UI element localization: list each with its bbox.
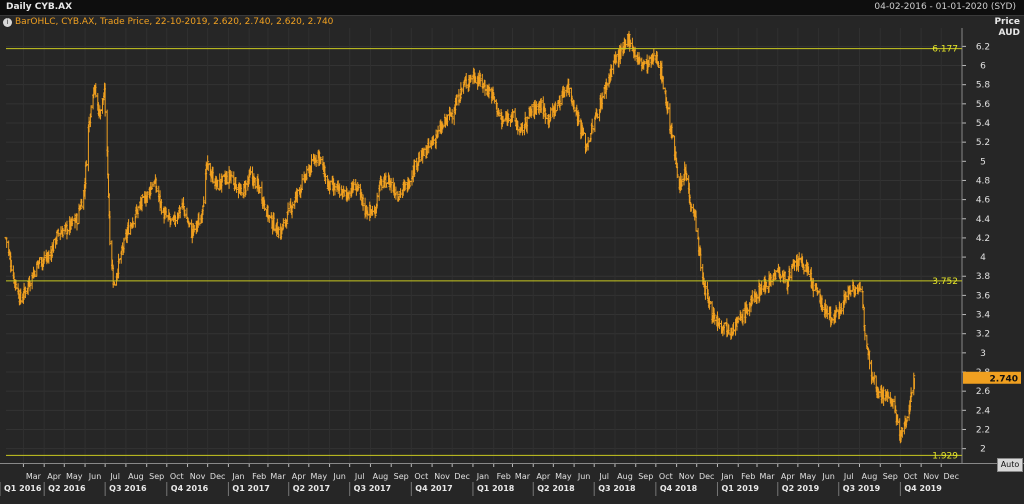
- x-month-label: Jul: [109, 472, 120, 481]
- y-tick-label: 4.8: [976, 176, 991, 186]
- y-tick-label: 4.4: [976, 215, 991, 225]
- x-month-label: Nov: [679, 472, 695, 481]
- y-tick-label: 5.2: [976, 138, 990, 148]
- x-quarter-label: Q1 2017: [232, 484, 269, 493]
- x-quarter-label: Q2 2017: [293, 484, 330, 493]
- x-month-label: Dec: [454, 472, 469, 481]
- y-tick-label: 4.2: [976, 234, 990, 244]
- y-tick-label: 2.6: [976, 387, 991, 397]
- x-month-label: Jul: [843, 472, 854, 481]
- x-month-label: Jul: [354, 472, 365, 481]
- x-month-label: Feb: [741, 472, 755, 481]
- x-month-label: Jun: [332, 472, 346, 481]
- x-quarter-label: Q1 2016: [4, 484, 42, 493]
- x-quarter-label: Q2 2018: [537, 484, 575, 493]
- y-tick-label: 3.8: [976, 272, 991, 282]
- x-month-label: Oct: [170, 472, 184, 481]
- x-month-label: Mar: [270, 472, 286, 481]
- y-tick-label: 2.2: [976, 425, 990, 435]
- x-month-label: Sep: [883, 472, 898, 481]
- y-tick-label: 3.2: [976, 330, 990, 340]
- x-month-label: Aug: [373, 472, 389, 481]
- x-quarter-label: Q3 2017: [354, 484, 391, 493]
- level-label: 6.177: [932, 45, 958, 55]
- x-month-label: Mar: [515, 472, 531, 481]
- x-month-label: Sep: [638, 472, 653, 481]
- x-quarter-label: Q2 2019: [782, 484, 820, 493]
- x-quarter-label: Q2 2016: [48, 484, 86, 493]
- y-tick-label: 2: [980, 445, 986, 455]
- x-month-label: Jul: [598, 472, 609, 481]
- x-quarter-label: Q3 2018: [598, 484, 636, 493]
- x-month-label: Apr: [292, 472, 307, 481]
- y-tick-label: 3.4: [976, 311, 991, 321]
- y-tick-label: 2.4: [976, 406, 991, 416]
- x-month-label: Apr: [536, 472, 551, 481]
- y-tick-label: 5.6: [976, 100, 991, 110]
- y-tick-label: 5.4: [976, 119, 991, 129]
- x-month-label: Dec: [210, 472, 225, 481]
- x-month-label: Nov: [923, 472, 939, 481]
- x-month-label: Nov: [190, 472, 206, 481]
- x-quarter-label: Q4 2016: [171, 484, 209, 493]
- x-month-label: Aug: [617, 472, 633, 481]
- x-month-label: Jan: [720, 472, 733, 481]
- level-label: 3.752: [932, 277, 958, 287]
- auto-scale-button[interactable]: Auto: [997, 458, 1023, 472]
- x-month-label: Jan: [476, 472, 489, 481]
- y-tick-label: 4: [980, 253, 986, 263]
- last-price-label: 2.740: [990, 374, 1018, 384]
- x-quarter-label: Q1 2019: [721, 484, 759, 493]
- y-tick-label: 5: [980, 157, 986, 167]
- x-month-label: May: [555, 472, 572, 481]
- x-quarter-label: Q1 2018: [477, 484, 515, 493]
- x-month-label: Feb: [252, 472, 266, 481]
- x-month-label: Sep: [149, 472, 164, 481]
- x-quarter-label: Q3 2016: [109, 484, 147, 493]
- x-month-label: Jun: [577, 472, 591, 481]
- y-tick-label: 6.2: [976, 42, 990, 52]
- y-tick-label: 6: [980, 62, 986, 72]
- x-month-label: Aug: [862, 472, 878, 481]
- x-month-label: Aug: [128, 472, 144, 481]
- x-month-label: Oct: [659, 472, 673, 481]
- x-month-label: Nov: [434, 472, 450, 481]
- x-month-label: May: [800, 472, 817, 481]
- ohlc-chart[interactable]: 22.22.42.62.833.23.43.63.844.24.44.64.85…: [0, 0, 1024, 504]
- x-month-label: Sep: [394, 472, 409, 481]
- y-tick-label: 3.6: [976, 291, 991, 301]
- x-quarter-label: Q4 2019: [904, 484, 942, 493]
- x-month-label: Jan: [231, 472, 244, 481]
- x-quarter-label: Q3 2019: [843, 484, 881, 493]
- x-month-label: Apr: [47, 472, 62, 481]
- y-tick-label: 3: [980, 349, 986, 359]
- x-month-label: Oct: [903, 472, 917, 481]
- chart-window: Daily CYB.AX 04-02-2016 - 01-01-2020 (SY…: [0, 0, 1024, 504]
- x-month-label: Mar: [26, 472, 42, 481]
- x-month-label: Dec: [699, 472, 714, 481]
- x-month-label: Apr: [781, 472, 796, 481]
- x-month-label: Jun: [88, 472, 102, 481]
- x-month-label: May: [66, 472, 83, 481]
- x-month-label: Feb: [497, 472, 511, 481]
- x-month-label: Jun: [821, 472, 835, 481]
- y-tick-label: 5.8: [976, 81, 991, 91]
- y-tick-label: 4.6: [976, 196, 991, 206]
- x-month-label: Dec: [943, 472, 958, 481]
- x-quarter-label: Q4 2017: [415, 484, 452, 493]
- x-month-label: Mar: [759, 472, 775, 481]
- level-label: 1.929: [932, 451, 958, 461]
- x-quarter-label: Q4 2018: [660, 484, 698, 493]
- x-month-label: Oct: [414, 472, 428, 481]
- x-month-label: May: [311, 472, 328, 481]
